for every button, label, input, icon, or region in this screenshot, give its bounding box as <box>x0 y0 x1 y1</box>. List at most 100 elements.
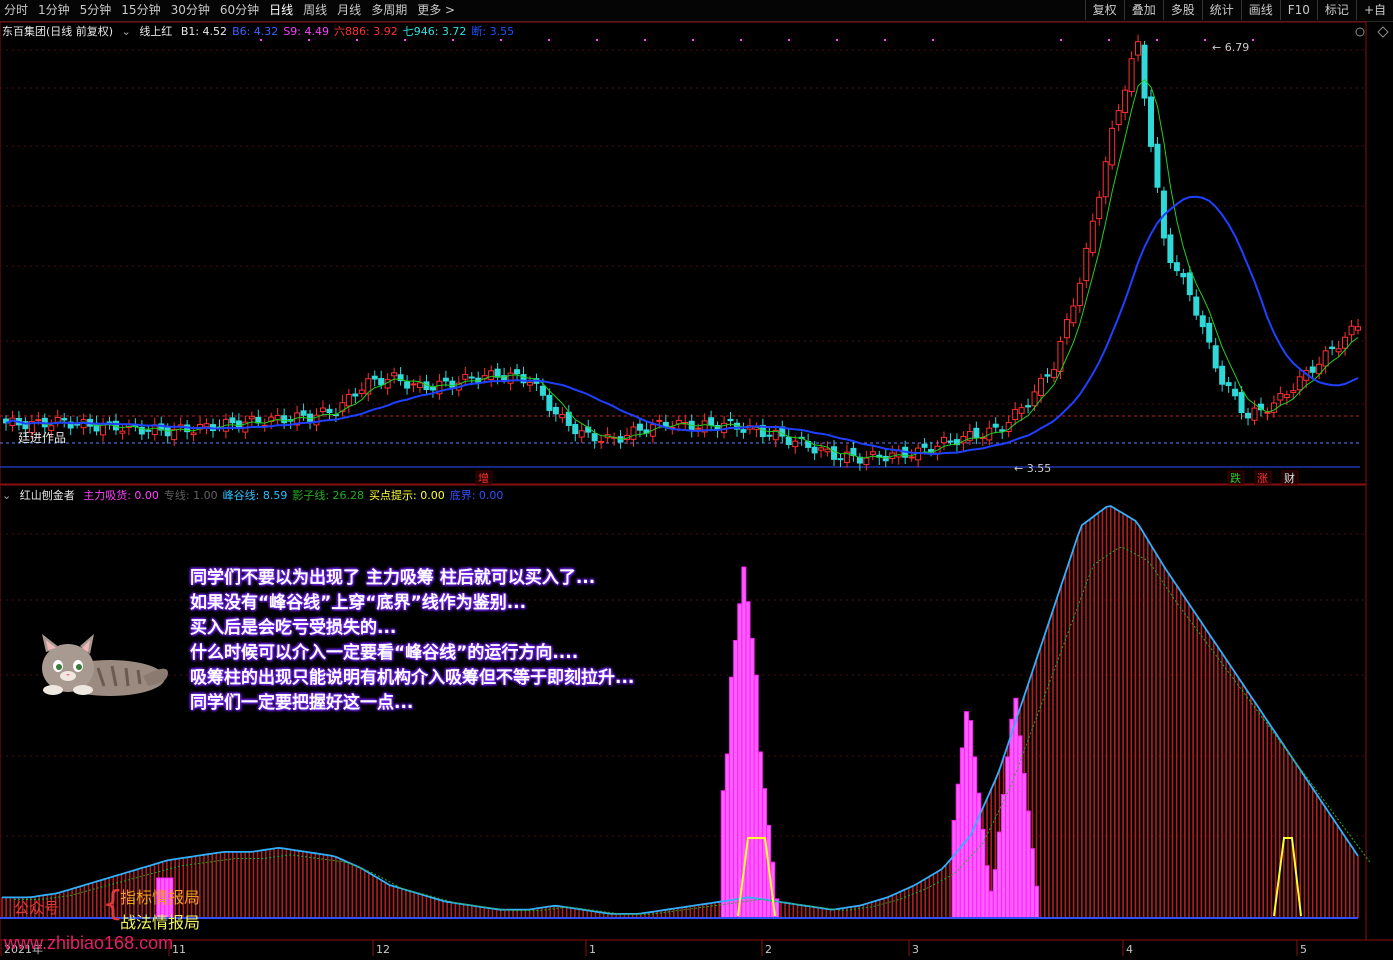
absorb-bar <box>729 676 735 919</box>
x-axis-label: 11 <box>172 943 186 956</box>
candle-body <box>1012 408 1019 420</box>
candle-body <box>766 434 773 437</box>
signal-dot <box>308 39 310 41</box>
candle-body <box>1245 412 1252 419</box>
candle-body <box>1167 234 1174 264</box>
signal-dot <box>1108 39 1110 41</box>
signal-dot <box>740 39 742 41</box>
candle-body <box>1238 391 1245 413</box>
chevron-down-icon[interactable]: ⌄ <box>2 489 11 502</box>
candle-body <box>100 423 107 436</box>
kline-chart[interactable]: ← 6.79← 3.55廷进作品增跌涨财2021年 11 12 1 2 3 4 5 <box>0 0 1393 960</box>
candle-body <box>514 369 521 375</box>
candle-body <box>488 370 495 380</box>
candle-body <box>468 376 475 379</box>
candle-body <box>824 448 831 453</box>
candle-body <box>1309 366 1316 373</box>
candle-body <box>391 372 398 377</box>
absorb-bar <box>1029 848 1035 919</box>
candle-body <box>940 436 947 444</box>
indicator-name[interactable]: 线上红 <box>139 25 172 38</box>
candle-body <box>921 443 928 448</box>
candle-body <box>1283 394 1290 398</box>
signal-dot <box>692 39 694 41</box>
candle-body <box>837 458 844 461</box>
high-price-label: ← 6.79 <box>1212 41 1249 54</box>
absorb-bar <box>1005 756 1011 919</box>
absorb-bar <box>963 711 969 919</box>
signal-dot <box>404 39 406 41</box>
candle-body <box>740 429 747 433</box>
marker-label: 财 <box>1284 471 1295 485</box>
candle-body <box>494 368 501 378</box>
candle-body <box>552 406 559 415</box>
absorb-bar <box>984 865 990 919</box>
candle-body <box>572 424 579 435</box>
candle-body <box>1089 220 1096 253</box>
candle-body <box>410 383 417 386</box>
sub-indicator-name[interactable]: 红山刨金者 <box>20 489 75 502</box>
candle-body <box>145 429 152 432</box>
candle-body <box>1348 325 1355 336</box>
candle-body <box>404 381 411 389</box>
candle-body <box>630 426 637 440</box>
signal-dot <box>644 39 646 41</box>
candle-body <box>526 382 533 386</box>
legend-item: 主力吸货: 0.00 <box>83 489 159 502</box>
signal-dot <box>1156 39 1158 41</box>
footer-line2: 战法情报局 <box>120 913 201 932</box>
candle-body <box>1180 272 1187 278</box>
candle-body <box>1122 89 1129 113</box>
candle-body <box>74 423 81 426</box>
candle-body <box>1335 348 1342 353</box>
candle-body <box>811 446 818 454</box>
candle-body <box>61 418 68 421</box>
candle-body <box>1076 282 1083 307</box>
signal-dot <box>932 39 934 41</box>
absorb-bar <box>988 890 994 919</box>
candle-body <box>947 440 954 443</box>
candle-body <box>785 436 792 446</box>
candle-body <box>1296 376 1303 391</box>
absorb-bar <box>745 601 751 919</box>
absorb-bar <box>972 756 978 919</box>
absorb-bar <box>1034 885 1040 919</box>
candle-body <box>1355 326 1361 331</box>
absorb-bar <box>1025 810 1031 919</box>
candle-body <box>1173 262 1180 272</box>
candle-body <box>1186 272 1193 296</box>
candle-body <box>1212 345 1219 369</box>
candle-body <box>863 457 870 466</box>
absorb-bar <box>992 869 998 919</box>
candle-body <box>300 410 307 416</box>
candle-body <box>1206 322 1213 343</box>
legend-item: 底界: 0.00 <box>449 489 504 502</box>
x-axis-label: 12 <box>376 943 390 956</box>
candle-body <box>591 433 598 442</box>
candle-body <box>1147 96 1154 147</box>
stock-title[interactable]: 东百集团(日线 前复权) <box>2 25 113 38</box>
signal-dot <box>356 39 358 41</box>
candle-body <box>1193 296 1200 316</box>
absorb-bar <box>1001 793 1007 919</box>
candle-body <box>449 380 456 388</box>
legend-item: 六886: 3.92 <box>334 25 398 38</box>
x-axis-label: 1 <box>589 943 596 956</box>
main-legend: 东百集团(日线 前复权) ⌄ 线上红 B1: 4.52 B6: 4.32 S9: 4… <box>2 23 524 39</box>
low-price-label: ← 3.55 <box>1014 462 1051 475</box>
absorb-bar <box>1021 772 1027 919</box>
legend-item: 买点提示: 0.00 <box>369 489 445 502</box>
signal-dot <box>452 39 454 41</box>
candle-body <box>869 451 876 455</box>
marker-label: 跌 <box>1230 471 1241 485</box>
candle-body <box>1115 110 1122 126</box>
absorb-bar <box>1017 735 1023 919</box>
candle-body <box>1154 143 1161 188</box>
signal-dot <box>500 39 502 41</box>
candle-body <box>1083 247 1090 282</box>
candle-body <box>973 427 980 438</box>
candle-body <box>352 393 359 397</box>
candle-body <box>908 456 915 459</box>
chevron-down-icon[interactable]: ⌄ <box>122 25 131 38</box>
candle-body <box>1141 44 1148 99</box>
